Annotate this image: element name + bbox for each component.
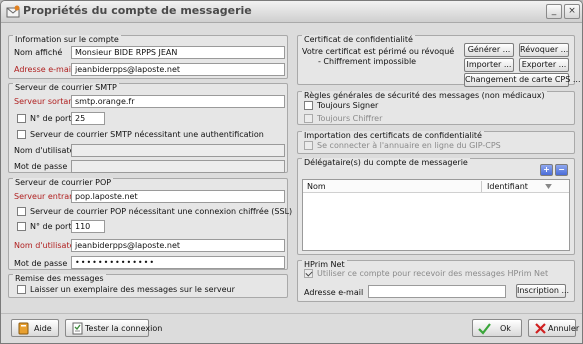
certificate-status-line1: Votre certificat est périmé ou révoqué (302, 47, 455, 56)
hprim-register-button[interactable]: Inscription ... (516, 284, 569, 298)
pop-group: Serveur de courrier POP Serveur entrant … (8, 178, 292, 270)
generate-button[interactable]: Générer ... (464, 43, 514, 57)
smtp-username-input[interactable] (71, 144, 285, 157)
email-input[interactable]: jeanbiderpps@laposte.net (71, 63, 285, 76)
pop-username-input[interactable]: jeanbiderpps@laposte.net (71, 239, 285, 252)
certificate-status-line2: - Chiffrement impossible (318, 57, 417, 66)
delegates-title: Délégataire(s) du compte de messagerie (302, 158, 470, 167)
column-header-name[interactable]: Nom (307, 182, 326, 191)
display-name-label: Nom affiché (14, 48, 63, 57)
gip-cps-label: Se connecter à l'annuaire en ligne du GI… (317, 141, 501, 150)
cancel-button[interactable]: Annuler (528, 319, 580, 337)
close-button[interactable]: × (564, 4, 580, 19)
test-connection-button[interactable]: Tester la connexion (65, 319, 162, 337)
smtp-password-label: Mot de passe (14, 162, 68, 171)
pop-port-input[interactable]: 110 (71, 220, 105, 233)
test-connection-label: Tester la connexion (85, 324, 163, 333)
hprim-use-account-label: Utiliser ce compte pour recevoir des mes… (317, 269, 549, 278)
cert-import-title: Importation des certificats de confident… (302, 131, 484, 140)
pop-port-label: N° de port (30, 222, 72, 231)
smtp-auth-checkbox[interactable] (17, 130, 26, 139)
gip-cps-checkbox[interactable] (304, 141, 313, 150)
pop-title: Serveur de courrier POP (13, 178, 114, 187)
certificate-title: Certificat de confidentialité (302, 35, 415, 44)
delivery-group: Remise des messages Laisser un exemplair… (8, 274, 288, 298)
pop-ssl-checkbox[interactable] (17, 207, 26, 216)
column-header-identifier[interactable]: Identifiant (487, 182, 528, 191)
delegates-table[interactable]: Nom Identifiant (302, 179, 570, 251)
smtp-auth-label: Serveur de courrier SMTP nécessitant une… (30, 130, 264, 139)
smtp-password-input[interactable] (71, 160, 285, 173)
window-title: Propriétés du compte de messagerie (23, 4, 252, 17)
footer-separator (1, 313, 582, 314)
red-x-icon (535, 323, 546, 334)
minus-icon: − (558, 165, 565, 174)
mail-account-icon (6, 5, 20, 18)
account-info-title: Information sur le compte (13, 35, 121, 44)
cert-import-group: Importation des certificats de confident… (297, 131, 575, 154)
pop-server-input[interactable]: pop.laposte.net (71, 190, 285, 203)
hprim-email-input[interactable] (368, 285, 506, 298)
hprim-use-account-checkbox[interactable] (304, 269, 313, 278)
account-info-group: Information sur le compte Nom affiché Mo… (8, 35, 288, 79)
title-bar: Propriétés du compte de messagerie _ × (1, 1, 582, 23)
keep-copy-label: Laisser un exemplaire des messages sur l… (30, 285, 235, 294)
smtp-port-label: N° de port (30, 114, 72, 123)
pop-ssl-label: Serveur de courrier POP nécessitant une … (30, 207, 293, 216)
pop-port-checkbox[interactable] (17, 222, 26, 231)
pop-server-label: Serveur entrant (14, 192, 78, 201)
certificate-group: Certificat de confidentialité Votre cert… (297, 35, 581, 87)
hprim-group: HPrim Net Utiliser ce compte pour recevo… (297, 260, 575, 302)
minimize-button[interactable]: _ (546, 4, 562, 19)
always-sign-checkbox[interactable] (304, 101, 313, 110)
security-rules-group: Règles générales de sécurité des message… (297, 91, 575, 125)
green-check-icon (478, 323, 491, 335)
always-encrypt-checkbox[interactable] (304, 114, 313, 123)
smtp-server-input[interactable]: smtp.orange.fr (71, 95, 285, 108)
smtp-port-input[interactable]: 25 (71, 112, 105, 125)
keep-copy-checkbox[interactable] (17, 285, 26, 294)
hprim-title: HPrim Net (302, 260, 347, 269)
smtp-server-label: Serveur sortant (14, 97, 77, 106)
help-button[interactable]: Aide (11, 319, 59, 337)
security-rules-title: Règles générales de sécurité des message… (302, 91, 547, 100)
ok-button[interactable]: Ok (472, 319, 522, 337)
plus-icon: + (543, 165, 550, 174)
import-button[interactable]: Importer ... (464, 58, 514, 72)
change-cps-button[interactable]: Changement de carte CPS ... (464, 73, 581, 87)
ok-label: Ok (500, 324, 511, 333)
sort-arrow-icon (545, 184, 552, 189)
email-label: Adresse e-mail (14, 65, 74, 74)
revoke-button[interactable]: Révoquer ... (519, 43, 569, 57)
pop-password-label: Mot de passe (14, 259, 68, 268)
column-separator (481, 181, 482, 192)
test-checklist-icon (72, 322, 83, 335)
help-book-icon (18, 322, 29, 335)
always-sign-label: Toujours Signer (317, 101, 379, 110)
display-name-input[interactable]: Monsieur BIDE RPPS JEAN (71, 46, 285, 59)
remove-delegate-button[interactable]: − (555, 164, 568, 176)
hprim-email-label: Adresse e-mail (304, 288, 364, 297)
help-label: Aide (34, 324, 52, 333)
pop-password-input[interactable]: •••••••••••••• (71, 256, 285, 269)
delegates-group: Délégataire(s) du compte de messagerie +… (297, 158, 575, 255)
smtp-title: Serveur de courrier SMTP (13, 83, 119, 92)
cancel-label: Annuler (548, 324, 580, 333)
always-encrypt-label: Toujours Chiffrer (317, 114, 383, 123)
smtp-port-checkbox[interactable] (17, 114, 26, 123)
account-properties-dialog: Propriétés du compte de messagerie _ × I… (0, 0, 583, 344)
delivery-title: Remise des messages (13, 274, 106, 283)
delegates-table-header: Nom Identifiant (303, 180, 569, 193)
smtp-group: Serveur de courrier SMTP Serveur sortant… (8, 83, 288, 173)
export-button[interactable]: Exporter ... (519, 58, 569, 72)
add-delegate-button[interactable]: + (540, 164, 553, 176)
